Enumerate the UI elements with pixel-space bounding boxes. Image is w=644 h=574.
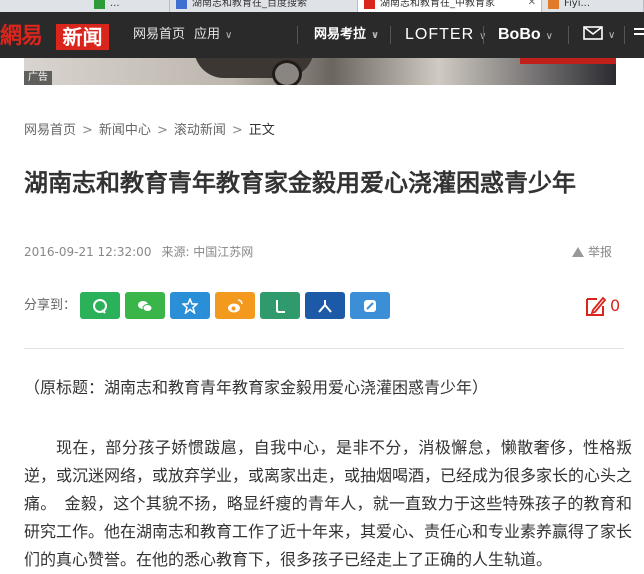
tab-favicon-icon [364, 0, 375, 9]
report-link[interactable]: 举报 [572, 243, 612, 260]
qzone-star-icon [182, 298, 198, 314]
nav-divider [390, 26, 391, 44]
nav-divider [297, 26, 298, 44]
breadcrumb-item-news-center[interactable]: 新闻中心 [99, 123, 151, 138]
breadcrumb-item-current: 正文 [248, 123, 275, 138]
nav-divider [483, 26, 484, 44]
breadcrumb-separator: > [231, 123, 243, 138]
browser-tab[interactable]: 湖南志和教育在_百度搜索 [170, 0, 358, 12]
ad-wheel-image [272, 60, 302, 85]
ad-banner[interactable]: 广告 [24, 58, 616, 85]
nav-apps-menu[interactable]: 应用 ∨ [194, 12, 232, 58]
chevron-down-icon: ∨ [225, 30, 233, 41]
chevron-down-icon: ∨ [545, 31, 553, 42]
share-qzone-button[interactable] [170, 292, 210, 319]
share-qq-button[interactable] [80, 292, 120, 319]
tab-favicon-icon [176, 0, 187, 9]
original-title-line: （原标题：湖南志和教育青年教育家金毅用爱心浇灌困惑青少年） [24, 378, 489, 397]
chevron-down-icon: ∨ [371, 30, 380, 41]
weibo-icon [228, 299, 243, 313]
share-weibo-button[interactable] [215, 292, 255, 319]
nav-bobo-menu[interactable]: BoBo ∨ [498, 12, 553, 58]
mail-icon [583, 26, 603, 40]
warning-icon [572, 247, 584, 257]
comment-edit-icon[interactable] [583, 295, 607, 319]
browser-tab[interactable]: ... [88, 0, 170, 12]
report-label: 举报 [588, 245, 613, 259]
article-source[interactable]: 来源: 中国江苏网 [161, 245, 253, 259]
nav-kaola-menu[interactable]: 网易考拉 ∨ [314, 12, 379, 58]
share-youdao-button[interactable] [350, 292, 390, 319]
breadcrumb-item-rolling-news[interactable]: 滚动新闻 [174, 123, 226, 138]
article-meta: 2016-09-21 12:32:00 来源: 中国江苏网 [24, 243, 253, 260]
share-wechat-button[interactable] [125, 292, 165, 319]
article-title: 湖南志和教育青年教育家金毅用爱心浇灌困惑青少年 [24, 169, 576, 197]
tab-favicon-icon [94, 0, 105, 9]
nav-mail-menu[interactable]: ∨ [583, 12, 615, 58]
nav-lofter-menu[interactable]: LOFTER∨ [405, 12, 486, 58]
breadcrumb-separator: > [156, 123, 168, 138]
ad-label: 广告 [24, 71, 52, 85]
site-logo[interactable]: 網易 [0, 22, 43, 50]
news-channel-logo[interactable]: 新闻 [56, 24, 109, 50]
qq-icon [93, 299, 107, 314]
article-paragraph: 现在，部分孩子娇惯跋扈，自我中心，是非不分，消极懈怠，懒散奢侈，性格叛逆，或沉迷… [24, 438, 633, 569]
youdao-note-icon [364, 300, 376, 312]
chevron-down-icon: ∨ [608, 30, 616, 41]
nav-home-link[interactable]: 网易首页 [133, 12, 185, 58]
nav-divider [568, 26, 569, 44]
browser-tab[interactable]: Fiyi... [542, 0, 644, 12]
nav-divider [624, 26, 625, 44]
nav-more-menu[interactable] [634, 12, 644, 58]
menu-icon [634, 28, 644, 35]
share-label: 分享到： [24, 298, 77, 313]
breadcrumb-separator: > [82, 123, 93, 138]
site-navbar: 網易 新闻 网易首页 应用∨ 网易考拉∨ LOFTER∨ BoBo∨ ∨ [0, 12, 644, 58]
browser-tab-active[interactable]: 湖南志和教育在_中教育家 ✕ [358, 0, 542, 12]
comment-count[interactable]: 0 [610, 296, 620, 316]
renren-icon [318, 300, 332, 313]
breadcrumb-item-home[interactable]: 网易首页 [24, 123, 76, 138]
wechat-icon [138, 301, 153, 312]
share-yixin-button[interactable] [260, 292, 300, 319]
yixin-icon [276, 300, 285, 313]
breadcrumb: 网易首页 > 新闻中心 > 滚动新闻 > 正文 [24, 123, 275, 139]
browser-tab-strip: ... 湖南志和教育在_百度搜索 湖南志和教育在_中教育家 ✕ Fiyi... [0, 0, 644, 12]
share-renren-button[interactable] [305, 292, 345, 319]
article-date: 2016-09-21 12:32:00 [24, 245, 152, 259]
tab-favicon-icon [548, 0, 559, 9]
tab-close-icon[interactable]: ✕ [528, 0, 536, 8]
ad-cta-strip [520, 58, 616, 64]
content-divider [24, 348, 624, 349]
